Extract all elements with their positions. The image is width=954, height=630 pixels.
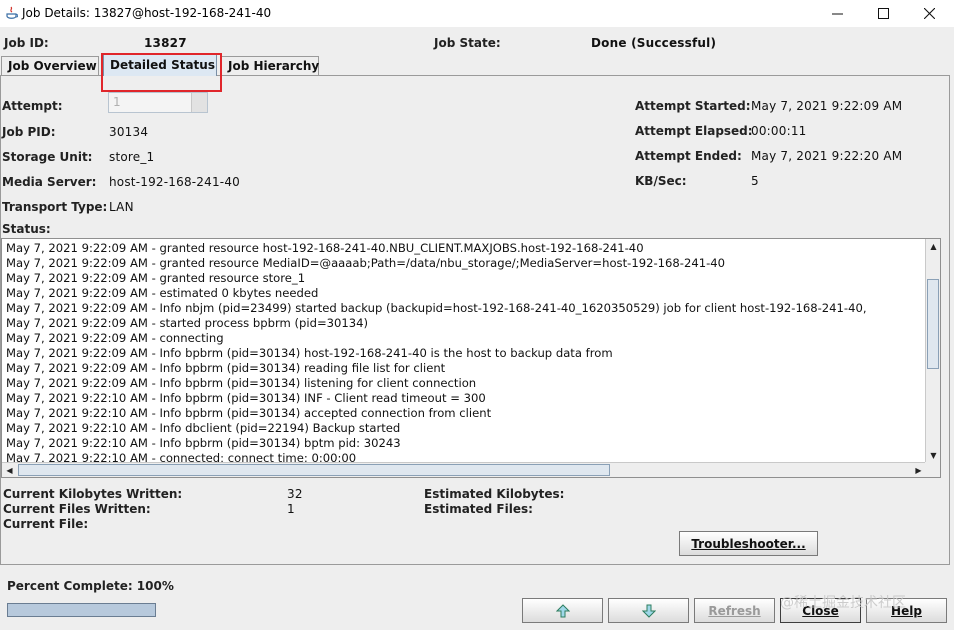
status-log-line: May 7, 2021 9:22:10 AM - Info dbclient (… — [6, 421, 401, 435]
minimize-icon — [831, 13, 843, 15]
status-log-text: May 7, 2021 9:22:09 AM - granted resourc… — [6, 241, 926, 466]
maximize-icon — [877, 8, 889, 19]
storage-unit-label: Storage Unit: — [2, 150, 93, 164]
attempt-spinner[interactable]: 1 — [108, 92, 208, 113]
arrow-down-icon — [641, 604, 656, 618]
status-log-line: May 7, 2021 9:22:09 AM - connecting — [6, 331, 224, 345]
window-title: Job Details: 13827@host-192-168-241-40 — [22, 6, 272, 20]
job-pid-label: Job PID: — [2, 125, 56, 139]
arrow-up-icon — [555, 603, 570, 617]
job-id-value: 13827 — [144, 36, 187, 50]
scroll-left-arrow-icon[interactable]: ◀ — [2, 463, 17, 477]
spinner-down-arrow-icon[interactable] — [191, 103, 207, 112]
tab-job-overview[interactable]: Job Overview — [1, 56, 99, 75]
scroll-down-arrow-icon[interactable]: ▼ — [926, 448, 940, 463]
java-app-icon — [6, 6, 18, 19]
attempt-ended-value: May 7, 2021 9:22:20 AM — [751, 149, 903, 163]
attempt-elapsed-value: 00:00:11 — [751, 124, 807, 138]
status-log-line: May 7, 2021 9:22:09 AM - Info bpbrm (pid… — [6, 361, 446, 375]
kbsec-value: 5 — [751, 174, 759, 188]
close-icon — [923, 8, 935, 19]
attempt-ended-label: Attempt Ended: — [635, 149, 742, 163]
storage-unit-value: store_1 — [109, 150, 155, 164]
title-bar: Job Details: 13827@host-192-168-241-40 — [0, 0, 954, 27]
status-log-line: May 7, 2021 9:22:10 AM - Info bpbrm (pid… — [6, 436, 401, 450]
maximize-button[interactable] — [860, 0, 906, 27]
kb-written-value: 32 — [287, 487, 303, 501]
current-file-label: Current File: — [3, 517, 89, 531]
status-log-line: May 7, 2021 9:22:09 AM - granted resourc… — [6, 256, 726, 270]
move-up-button[interactable] — [522, 598, 603, 623]
files-written-value: 1 — [287, 502, 295, 516]
files-written-label: Current Files Written: — [3, 502, 151, 516]
vertical-scroll-thumb[interactable] — [927, 279, 939, 369]
percent-complete-progress-bar — [7, 603, 156, 617]
scroll-corner — [925, 462, 940, 477]
watermark-text: @稀土掘金技术社区 — [780, 595, 906, 611]
transport-type-value: LAN — [109, 200, 134, 214]
media-server-value: host-192-168-241-40 — [109, 175, 241, 189]
status-log-line: May 7, 2021 9:22:09 AM - Info bpbrm (pid… — [6, 346, 613, 360]
attempt-started-value: May 7, 2021 9:22:09 AM — [751, 99, 903, 113]
job-id-label: Job ID: — [4, 36, 49, 50]
spinner-up-arrow-icon[interactable] — [191, 93, 207, 103]
troubleshooter-button[interactable]: Troubleshooter... — [679, 531, 818, 556]
attempt-label: Attempt: — [2, 99, 63, 113]
status-label: Status: — [2, 222, 51, 236]
job-state-label: Job State: — [434, 36, 501, 50]
status-log-line: May 7, 2021 9:22:09 AM - Info nbjm (pid=… — [6, 301, 867, 315]
job-details-window: Job Details: 13827@host-192-168-241-40 J… — [0, 0, 954, 630]
scroll-right-arrow-icon[interactable]: ▶ — [911, 463, 926, 477]
vertical-scrollbar[interactable]: ▲ ▼ — [925, 239, 940, 463]
refresh-button[interactable]: Refresh — [694, 598, 775, 623]
kb-written-label: Current Kilobytes Written: — [3, 487, 183, 501]
status-log-line: May 7, 2021 9:22:09 AM - Info bpbrm (pid… — [6, 376, 477, 390]
status-log-line: May 7, 2021 9:22:10 AM - Info bpbrm (pid… — [6, 391, 486, 405]
job-pid-value: 30134 — [109, 125, 149, 139]
status-log-line: May 7, 2021 9:22:09 AM - started process… — [6, 316, 369, 330]
horizontal-scrollbar[interactable]: ◀ ▶ — [2, 462, 926, 477]
scroll-up-arrow-icon[interactable]: ▲ — [926, 239, 940, 254]
attempt-elapsed-label: Attempt Elapsed: — [635, 124, 753, 138]
status-log-line: May 7, 2021 9:22:10 AM - Info bpbrm (pid… — [6, 406, 492, 420]
horizontal-scroll-thumb[interactable] — [18, 464, 610, 476]
highlight-annotation-box — [101, 53, 222, 92]
attempt-started-label: Attempt Started: — [635, 99, 751, 113]
percent-complete-label: Percent Complete: 100% — [7, 579, 174, 593]
close-window-button[interactable] — [906, 0, 952, 27]
kbsec-label: KB/Sec: — [635, 174, 687, 188]
status-log-area[interactable]: May 7, 2021 9:22:09 AM - granted resourc… — [1, 238, 941, 478]
move-down-button[interactable] — [608, 598, 689, 623]
status-log-line: May 7, 2021 9:22:09 AM - granted resourc… — [6, 241, 644, 255]
estimated-files-label: Estimated Files: — [424, 502, 533, 516]
transport-type-label: Transport Type: — [2, 200, 108, 214]
status-log-line: May 7, 2021 9:22:09 AM - estimated 0 kby… — [6, 286, 319, 300]
media-server-label: Media Server: — [2, 175, 97, 189]
tab-job-hierarchy[interactable]: Job Hierarchy — [221, 56, 319, 75]
attempt-spinner-value: 1 — [113, 95, 121, 109]
minimize-button[interactable] — [814, 0, 860, 27]
job-state-value: Done (Successful) — [591, 36, 717, 50]
estimated-kb-label: Estimated Kilobytes: — [424, 487, 565, 501]
status-log-line: May 7, 2021 9:22:09 AM - granted resourc… — [6, 271, 306, 285]
